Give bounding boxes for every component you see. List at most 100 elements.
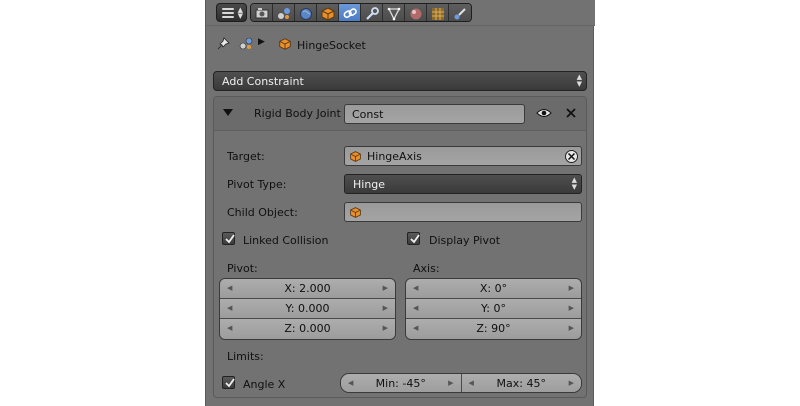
constraint-name-value: Const [352, 108, 384, 121]
linked-collision-label: Linked Collision [243, 234, 329, 247]
pivot-y-field[interactable]: ◀ Y: 0.000 ▶ [220, 299, 395, 319]
angle-x-limits: ◀ Min: -45° ▶ ◀ Max: 45° ▶ [340, 373, 582, 393]
checkmark-icon [225, 378, 235, 388]
arrow-left-icon[interactable]: ◀ [348, 379, 353, 387]
linked-collision-checkbox[interactable] [222, 232, 235, 245]
scene-icon [278, 8, 290, 19]
arrow-left-icon[interactable]: ◀ [469, 379, 474, 387]
checkmark-icon [410, 234, 420, 244]
object-tab[interactable] [317, 4, 339, 21]
editor-type-button[interactable]: ▲ ▼ [216, 3, 247, 22]
angle-x-label: Angle X [243, 378, 286, 391]
texture-icon [432, 8, 444, 20]
clear-icon[interactable] [565, 150, 578, 163]
arrow-right-icon[interactable]: ▶ [569, 324, 574, 332]
texture-tab[interactable] [427, 4, 449, 21]
display-pivot-checkbox[interactable] [407, 232, 420, 245]
pivot-type-dropdown[interactable]: Hinge ▲ ▼ [344, 174, 582, 194]
pivot-z-field[interactable]: ◀ Z: 0.000 ▶ [220, 319, 395, 339]
pivot-x-field[interactable]: ◀ X: 2.000 ▶ [220, 279, 395, 299]
object-icon [350, 151, 361, 162]
physics-icon [454, 8, 466, 20]
constraints-tab[interactable] [339, 4, 361, 21]
updown-arrow-icon: ▲ ▼ [237, 6, 243, 20]
object-icon [321, 7, 335, 21]
arrow-right-icon[interactable]: ▶ [569, 284, 574, 292]
pivot-z-value: Z: 0.000 [284, 322, 331, 335]
pivot-x-value: X: 2.000 [284, 282, 331, 295]
data-icon [387, 7, 401, 21]
pivot-type-label: Pivot Type: [227, 178, 287, 191]
angle-x-checkbox[interactable] [222, 376, 235, 389]
object-icon [350, 207, 361, 218]
object-icon [279, 38, 291, 50]
limits-label: Limits: [227, 350, 264, 363]
collapse-triangle-icon[interactable] [223, 109, 233, 116]
context-tabs [250, 3, 472, 22]
world-tab[interactable] [295, 4, 317, 21]
axis-x-field[interactable]: ◀ X: 0° ▶ [406, 279, 581, 299]
material-tab[interactable] [405, 4, 427, 21]
arrow-left-icon[interactable]: ◀ [413, 304, 418, 312]
properties-panel: ▲ ▼ ▶ HingeSocket Add Constraint ▲ ▼ Rig… [205, 0, 595, 406]
limit-max-value: Max: 45° [496, 377, 546, 390]
child-object-label: Child Object: [227, 206, 298, 219]
axis-y-field[interactable]: ◀ Y: 0° ▶ [406, 299, 581, 319]
limit-max-field[interactable]: ◀ Max: 45° ▶ [461, 374, 581, 392]
limit-min-field[interactable]: ◀ Min: -45° ▶ [341, 374, 462, 392]
axis-x-value: X: 0° [479, 282, 508, 295]
axis-label: Axis: [413, 262, 440, 275]
pivot-y-value: Y: 0.000 [285, 302, 330, 315]
properties-header: ▲ ▼ [206, 0, 595, 26]
arrow-left-icon[interactable]: ◀ [227, 304, 232, 312]
constraint-panel: Rigid Body Joint Const Target: HingeAxis… [213, 96, 587, 398]
display-pivot-label: Display Pivot [429, 234, 501, 247]
target-field[interactable]: HingeAxis [344, 146, 582, 166]
target-value: HingeAxis [367, 150, 422, 163]
add-constraint-dropdown[interactable]: Add Constraint ▲ ▼ [213, 71, 587, 91]
pivot-label: Pivot: [227, 262, 258, 275]
arrow-left-icon[interactable]: ◀ [413, 284, 418, 292]
pivot-vector: ◀ X: 2.000 ▶ ◀ Y: 0.000 ▶ ◀ Z: 0.000 ▶ [219, 278, 396, 340]
arrow-right-icon[interactable]: ▶ [569, 304, 574, 312]
arrow-left-icon[interactable]: ◀ [227, 324, 232, 332]
pivot-type-value: Hinge [353, 178, 386, 191]
constraint-header: Rigid Body Joint Const [214, 97, 586, 131]
render-tab[interactable] [251, 4, 273, 21]
arrow-right-icon[interactable]: ▶ [569, 379, 574, 387]
scene-icon [239, 37, 253, 50]
target-label: Target: [227, 150, 265, 163]
material-icon [410, 8, 422, 20]
arrow-left-icon[interactable]: ◀ [413, 324, 418, 332]
eye-icon[interactable] [536, 107, 552, 119]
world-icon [300, 8, 312, 20]
updown-arrow-icon: ▲ ▼ [571, 176, 577, 191]
child-object-field[interactable] [344, 202, 582, 222]
arrow-right-icon[interactable]: ▶ [448, 379, 453, 387]
modifiers-tab[interactable] [361, 4, 383, 21]
modifiers-icon [366, 7, 379, 20]
arrow-right-icon[interactable]: ▶ [383, 284, 388, 292]
breadcrumb: ▶ HingeSocket [206, 34, 595, 56]
close-icon[interactable] [564, 106, 578, 120]
data-tab[interactable] [383, 4, 405, 21]
add-constraint-label: Add Constraint [222, 75, 304, 88]
pin-icon[interactable] [215, 36, 231, 52]
limit-min-value: Min: -45° [375, 377, 426, 390]
checkmark-icon [225, 234, 235, 244]
axis-z-value: Z: 90° [476, 322, 511, 335]
arrow-right-icon[interactable]: ▶ [383, 324, 388, 332]
scene-tab[interactable] [273, 4, 295, 21]
arrow-left-icon[interactable]: ◀ [227, 284, 232, 292]
physics-tab[interactable] [449, 4, 471, 21]
constraint-name-field[interactable]: Const [344, 104, 525, 124]
axis-y-value: Y: 0° [481, 302, 506, 315]
constraint-type-label: Rigid Body Joint [254, 107, 341, 120]
axis-z-field[interactable]: ◀ Z: 90° ▶ [406, 319, 581, 339]
arrow-right-icon[interactable]: ▶ [383, 304, 388, 312]
updown-arrow-icon: ▲ ▼ [576, 73, 582, 88]
object-name: HingeSocket [297, 39, 366, 52]
chevron-right-icon: ▶ [258, 37, 265, 47]
render-icon [255, 8, 269, 19]
axis-vector: ◀ X: 0° ▶ ◀ Y: 0° ▶ ◀ Z: 90° ▶ [405, 278, 582, 340]
